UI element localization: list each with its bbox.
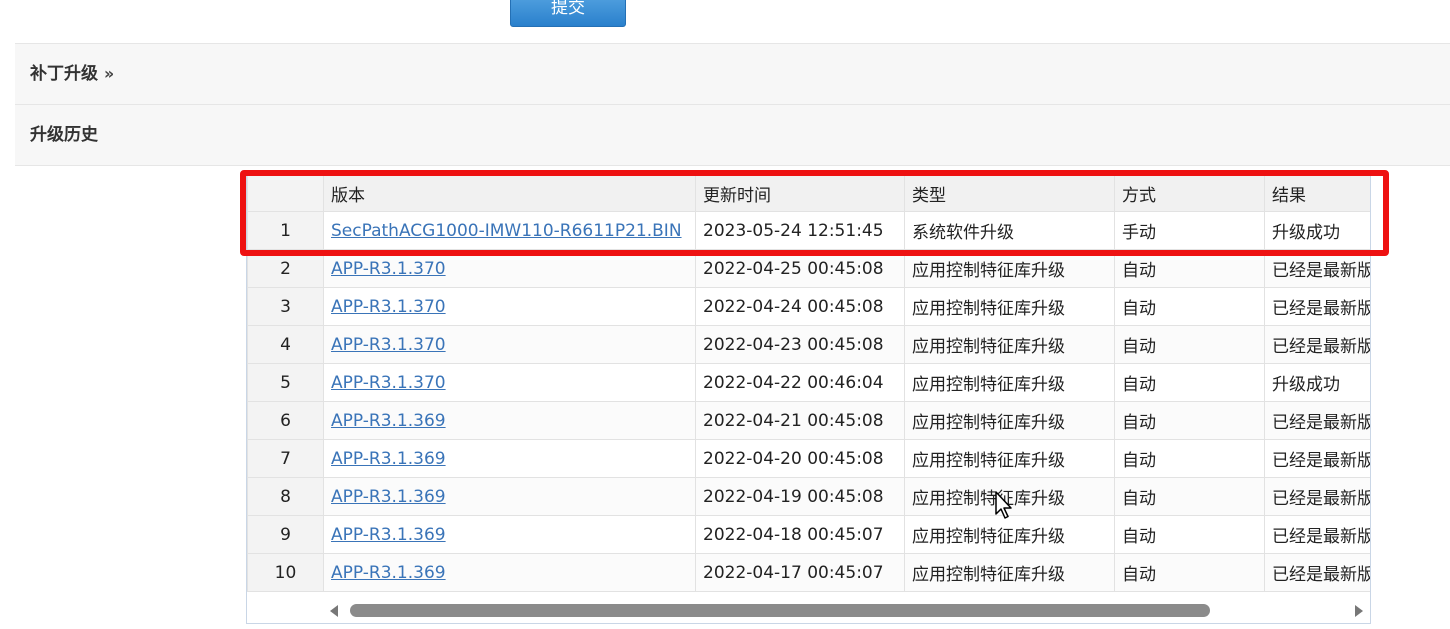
scroll-left-arrow-icon[interactable] — [330, 605, 338, 617]
table-row: 7 APP-R3.1.369 2022-04-20 00:45:08 应用控制特征库升… — [247, 439, 1370, 478]
cell-index: 4 — [247, 325, 324, 364]
cell-update-time: 2022-04-18 00:45:07 — [695, 515, 905, 554]
cell-method: 自动 — [1114, 553, 1265, 592]
cell-version: APP-R3.1.369 — [323, 439, 696, 478]
cell-method: 自动 — [1114, 439, 1265, 478]
column-header-method[interactable]: 方式 — [1114, 174, 1265, 212]
cell-version: APP-R3.1.370 — [323, 363, 696, 402]
cell-version: APP-R3.1.370 — [323, 287, 696, 326]
version-link[interactable]: APP-R3.1.369 — [331, 487, 446, 507]
cell-index: 7 — [247, 439, 324, 478]
cell-index: 8 — [247, 477, 324, 516]
table-row: 2 APP-R3.1.370 2022-04-25 00:45:08 应用控制特征库升… — [247, 249, 1370, 288]
cell-method: 自动 — [1114, 363, 1265, 402]
cell-method: 手动 — [1114, 211, 1265, 250]
expand-chevron-icon[interactable]: ›› — [104, 44, 114, 104]
table-row: 10 APP-R3.1.369 2022-04-17 00:45:07 应用控制特征库… — [247, 553, 1370, 592]
cell-method: 自动 — [1114, 515, 1265, 554]
upgrade-history-table: 版本 更新时间 类型 方式 结果 1 SecPathACG1000-IMW110-… — [247, 174, 1370, 592]
cell-method: 自动 — [1114, 477, 1265, 516]
column-header-update-time[interactable]: 更新时间 — [695, 174, 905, 212]
cell-result: 已经是最新版 — [1264, 515, 1370, 554]
cell-result: 已经是最新版 — [1264, 401, 1370, 440]
cell-type: 应用控制特征库升级 — [904, 325, 1115, 364]
table-row: 3 APP-R3.1.370 2022-04-24 00:45:08 应用控制特征库升… — [247, 287, 1370, 326]
cell-update-time: 2022-04-25 00:45:08 — [695, 249, 905, 288]
cell-index: 5 — [247, 363, 324, 402]
table-row: 4 APP-R3.1.370 2022-04-23 00:45:08 应用控制特征库升… — [247, 325, 1370, 364]
version-link[interactable]: APP-R3.1.369 — [331, 449, 446, 469]
cell-result: 升级成功 — [1264, 363, 1370, 402]
cell-result: 已经是最新版 — [1264, 553, 1370, 592]
cell-version: APP-R3.1.370 — [323, 325, 696, 364]
version-link[interactable]: APP-R3.1.369 — [331, 563, 446, 583]
cell-type: 应用控制特征库升级 — [904, 439, 1115, 478]
cell-result: 升级成功 — [1264, 211, 1370, 250]
cell-version: APP-R3.1.370 — [323, 249, 696, 288]
cell-update-time: 2023-05-24 12:51:45 — [695, 211, 905, 250]
cell-version: APP-R3.1.369 — [323, 477, 696, 516]
cell-result: 已经是最新版 — [1264, 325, 1370, 364]
cell-type: 应用控制特征库升级 — [904, 287, 1115, 326]
scrollbar-thumb[interactable] — [350, 604, 1210, 617]
cell-type: 应用控制特征库升级 — [904, 553, 1115, 592]
patch-upgrade-section[interactable]: 补丁升级 ›› — [15, 43, 1450, 104]
cell-result: 已经是最新版 — [1264, 477, 1370, 516]
cell-index: 6 — [247, 401, 324, 440]
version-link[interactable]: APP-R3.1.369 — [331, 411, 446, 431]
cell-result: 已经是最新版 — [1264, 439, 1370, 478]
column-header-type[interactable]: 类型 — [904, 174, 1115, 212]
version-link[interactable]: APP-R3.1.370 — [331, 297, 446, 317]
cell-method: 自动 — [1114, 287, 1265, 326]
table-header-row: 版本 更新时间 类型 方式 结果 — [247, 174, 1370, 212]
cell-update-time: 2022-04-24 00:45:08 — [695, 287, 905, 326]
cell-type: 应用控制特征库升级 — [904, 401, 1115, 440]
submit-button[interactable]: 提交 — [510, 0, 626, 27]
cell-index: 1 — [247, 211, 324, 250]
cell-index: 10 — [247, 553, 324, 592]
cell-version: APP-R3.1.369 — [323, 515, 696, 554]
cell-update-time: 2022-04-19 00:45:08 — [695, 477, 905, 516]
cell-type: 应用控制特征库升级 — [904, 363, 1115, 402]
cell-update-time: 2022-04-23 00:45:08 — [695, 325, 905, 364]
cell-index: 9 — [247, 515, 324, 554]
table-row: 5 APP-R3.1.370 2022-04-22 00:46:04 应用控制特征库升… — [247, 363, 1370, 402]
patch-upgrade-label: 补丁升级 — [30, 64, 98, 84]
cell-version: APP-R3.1.369 — [323, 401, 696, 440]
version-link[interactable]: APP-R3.1.370 — [331, 335, 446, 355]
cell-version: SecPathACG1000-IMW110-R6611P21.BIN — [323, 211, 696, 250]
upgrade-history-section: 升级历史 — [15, 104, 1450, 166]
cell-method: 自动 — [1114, 249, 1265, 288]
cell-result: 已经是最新版 — [1264, 287, 1370, 326]
cell-update-time: 2022-04-21 00:45:08 — [695, 401, 905, 440]
scroll-right-arrow-icon[interactable] — [1355, 605, 1363, 617]
upgrade-history-label: 升级历史 — [30, 125, 98, 145]
table-row: 6 APP-R3.1.369 2022-04-21 00:45:08 应用控制特征库升… — [247, 401, 1370, 440]
cell-update-time: 2022-04-22 00:46:04 — [695, 363, 905, 402]
cell-method: 自动 — [1114, 401, 1265, 440]
cell-index: 2 — [247, 249, 324, 288]
cell-index: 3 — [247, 287, 324, 326]
horizontal-scrollbar[interactable] — [247, 598, 1370, 623]
upgrade-history-grid: 版本 更新时间 类型 方式 结果 1 SecPathACG1000-IMW110-… — [246, 173, 1371, 624]
version-link[interactable]: APP-R3.1.369 — [331, 525, 446, 545]
version-link[interactable]: APP-R3.1.370 — [331, 259, 446, 279]
version-link[interactable]: APP-R3.1.370 — [331, 373, 446, 393]
cell-method: 自动 — [1114, 325, 1265, 364]
column-header-result[interactable]: 结果 — [1264, 174, 1370, 212]
version-link[interactable]: SecPathACG1000-IMW110-R6611P21.BIN — [331, 221, 682, 241]
cell-type: 应用控制特征库升级 — [904, 515, 1115, 554]
cell-update-time: 2022-04-20 00:45:08 — [695, 439, 905, 478]
table-row: 8 APP-R3.1.369 2022-04-19 00:45:08 应用控制特征库升… — [247, 477, 1370, 516]
table-row: 1 SecPathACG1000-IMW110-R6611P21.BIN 2023-… — [247, 211, 1370, 250]
column-header-version[interactable]: 版本 — [323, 174, 696, 212]
mouse-pointer-icon — [995, 491, 1012, 519]
cell-update-time: 2022-04-17 00:45:07 — [695, 553, 905, 592]
cell-result: 已经是最新版 — [1264, 249, 1370, 288]
table-row: 9 APP-R3.1.369 2022-04-18 00:45:07 应用控制特征库升… — [247, 515, 1370, 554]
cell-type: 系统软件升级 — [904, 211, 1115, 250]
cell-version: APP-R3.1.369 — [323, 553, 696, 592]
cell-type: 应用控制特征库升级 — [904, 249, 1115, 288]
column-header-index — [247, 174, 324, 212]
